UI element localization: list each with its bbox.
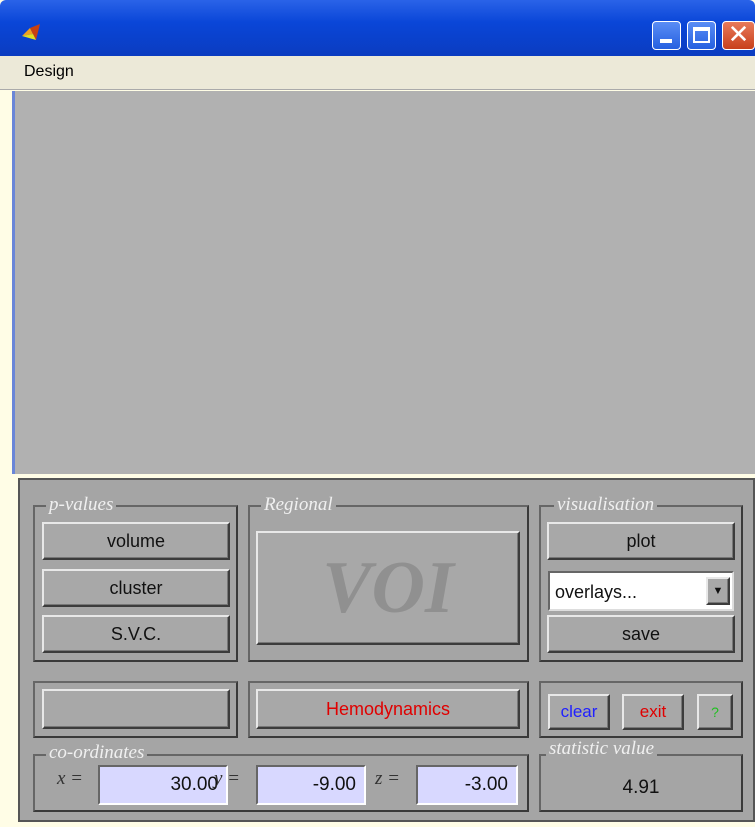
overlays-dropdown[interactable]: overlays... ▼ bbox=[548, 571, 734, 611]
plot-button[interactable]: plot bbox=[547, 522, 735, 560]
cluster-button[interactable]: cluster bbox=[42, 569, 230, 607]
voi-label: VOI bbox=[322, 546, 454, 629]
statistic-legend: statistic value bbox=[546, 738, 658, 760]
blank-button[interactable] bbox=[42, 689, 230, 729]
statistic-value: 4.91 bbox=[622, 777, 660, 798]
x-coordinate-input[interactable]: 30.00 bbox=[98, 765, 228, 805]
dropdown-arrow-icon[interactable]: ▼ bbox=[706, 577, 730, 605]
regional-legend: Regional bbox=[261, 494, 336, 516]
window-border bbox=[12, 91, 15, 474]
maximize-button[interactable] bbox=[687, 21, 716, 50]
y-label: y = bbox=[214, 768, 241, 789]
exit-button[interactable]: exit bbox=[622, 694, 684, 730]
overlays-value: overlays... bbox=[555, 582, 638, 602]
close-button[interactable]: ✕ bbox=[722, 21, 755, 50]
figure-canvas bbox=[12, 91, 755, 474]
voi-button[interactable]: VOI bbox=[256, 531, 520, 645]
visualisation-legend: visualisation bbox=[554, 494, 658, 516]
maximize-icon bbox=[693, 27, 710, 43]
svc-button[interactable]: S.V.C. bbox=[42, 615, 230, 653]
clear-button[interactable]: clear bbox=[548, 694, 610, 730]
matlab-app-icon bbox=[20, 22, 44, 44]
x-label: x = bbox=[57, 768, 84, 789]
title-bar[interactable] bbox=[0, 0, 755, 56]
help-button[interactable]: ? bbox=[697, 694, 733, 730]
hemodynamics-button[interactable]: Hemodynamics bbox=[256, 689, 520, 729]
menu-bar bbox=[0, 56, 755, 90]
coordinates-legend: co-ordinates bbox=[46, 742, 148, 764]
close-icon: ✕ bbox=[727, 20, 750, 50]
menu-design[interactable]: Design bbox=[24, 63, 74, 81]
minimize-icon bbox=[660, 39, 672, 43]
pvalues-legend: p-values bbox=[46, 494, 117, 516]
volume-button[interactable]: volume bbox=[42, 522, 230, 560]
z-label: z = bbox=[375, 768, 400, 789]
y-coordinate-input[interactable]: -9.00 bbox=[256, 765, 366, 805]
minimize-button[interactable] bbox=[652, 21, 681, 50]
z-coordinate-input[interactable]: -3.00 bbox=[416, 765, 518, 805]
save-button[interactable]: save bbox=[547, 615, 735, 653]
